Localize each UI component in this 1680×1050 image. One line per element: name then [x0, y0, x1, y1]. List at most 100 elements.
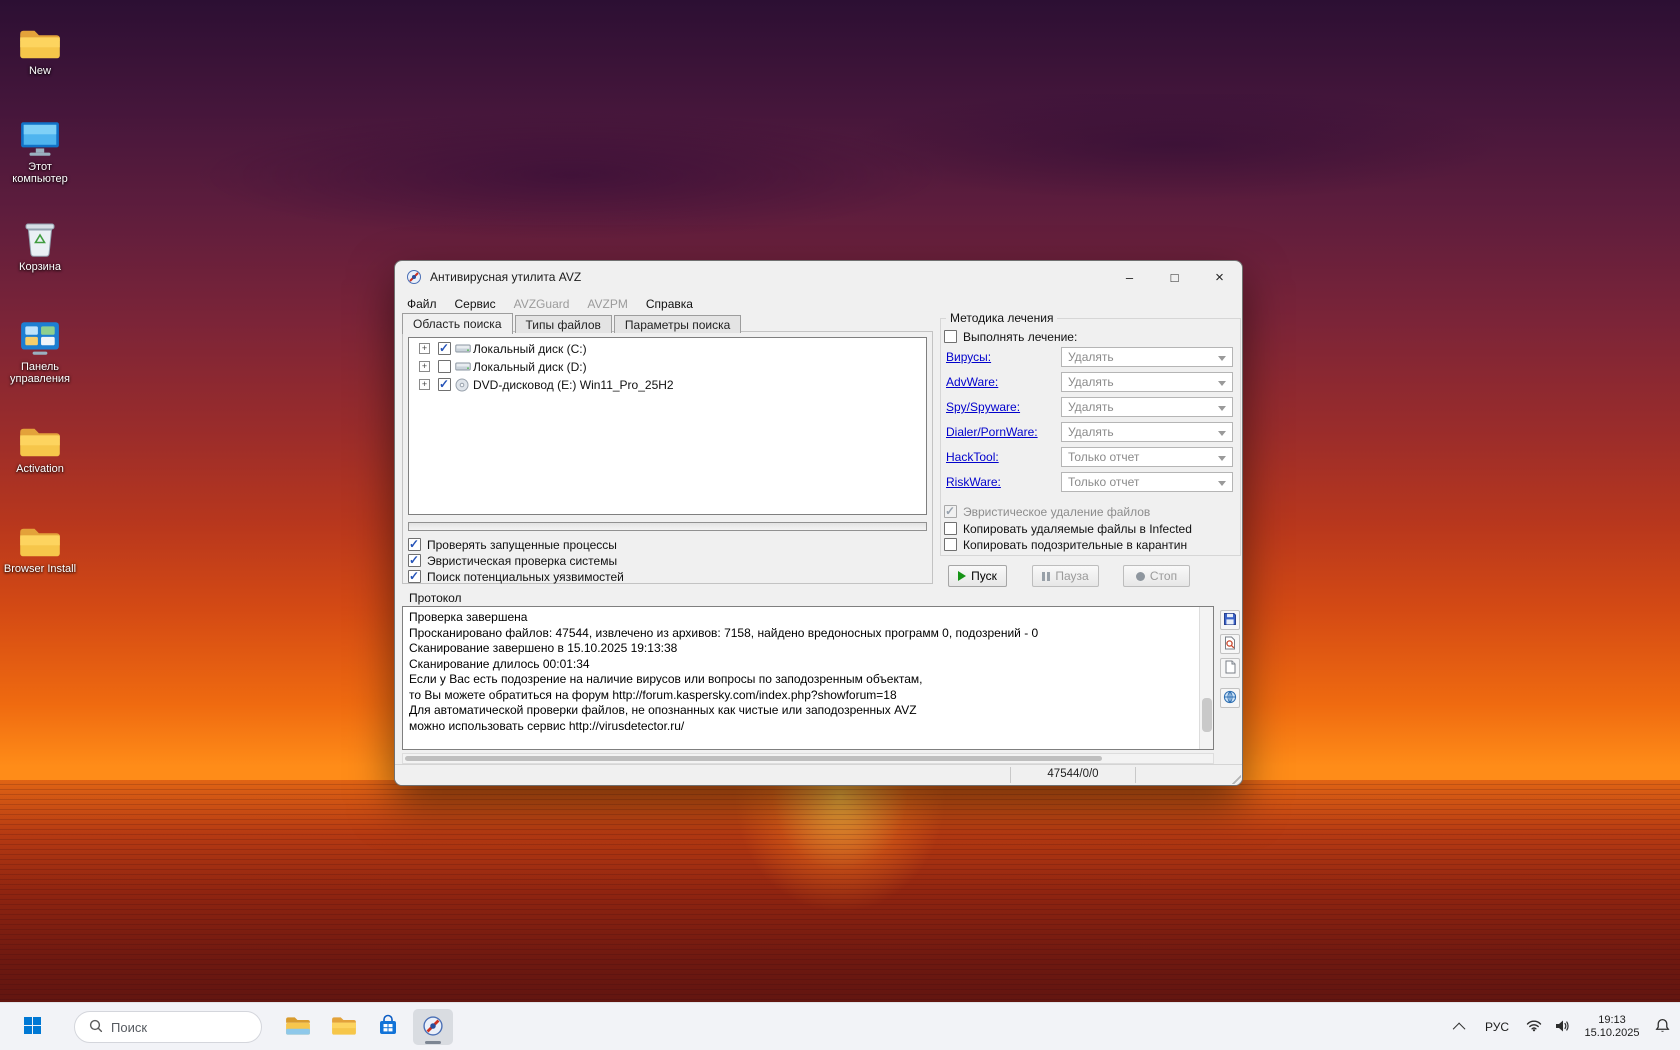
recycle-bin-icon	[0, 212, 80, 258]
notification-center-button[interactable]	[1648, 1009, 1676, 1045]
close-button[interactable]: ×	[1197, 261, 1242, 293]
taskbar-avz[interactable]	[413, 1009, 453, 1045]
taskbar-store[interactable]	[368, 1009, 408, 1045]
desktop-icon-browser-install[interactable]: Browser Install	[0, 514, 80, 575]
desktop-icon-activation[interactable]: Activation	[0, 414, 80, 475]
taskbar-folder[interactable]	[324, 1009, 364, 1045]
tab-search-params[interactable]: Параметры поиска	[614, 315, 741, 333]
search-area-tree[interactable]: Локальный диск (C:) Локальный диск (D:) …	[408, 337, 927, 515]
dialer-category-link[interactable]: Dialer/PornWare:	[946, 425, 1038, 439]
viruses-category-link[interactable]: Вирусы:	[946, 350, 991, 364]
start-button-taskbar[interactable]	[12, 1009, 52, 1045]
resize-grip[interactable]	[1228, 771, 1241, 784]
tray-overflow-button[interactable]	[1446, 1009, 1474, 1045]
scrollbar-thumb[interactable]	[405, 756, 1102, 761]
perform-treatment-label: Выполнять лечение:	[963, 330, 1077, 344]
hacktool-category-link[interactable]: HackTool:	[946, 450, 999, 464]
folder-icon	[0, 16, 80, 62]
checkbox[interactable]	[408, 538, 421, 551]
taskbar-search[interactable]: Поиск	[74, 1011, 262, 1043]
window-title: Антивирусная утилита AVZ	[430, 270, 581, 284]
computer-icon	[0, 112, 80, 158]
tree-item-checkbox[interactable]	[438, 342, 451, 355]
web-service-button[interactable]	[1220, 688, 1240, 708]
perform-treatment-checkbox[interactable]	[944, 330, 957, 343]
stop-button[interactable]: Стоп	[1123, 565, 1190, 587]
pause-icon	[1042, 572, 1050, 581]
tree-item-disk-c[interactable]: Локальный диск (C:)	[409, 340, 926, 358]
protocol-log[interactable]: Проверка завершена Просканировано файлов…	[403, 607, 1199, 749]
new-document-button[interactable]	[1220, 658, 1240, 678]
option-label: Эвристическая проверка системы	[427, 554, 617, 568]
taskbar-file-explorer[interactable]	[278, 1009, 318, 1045]
log-line: Если у Вас есть подозрение на наличие ви…	[409, 672, 1193, 688]
adware-action-select[interactable]: Удалять	[1061, 372, 1233, 392]
checkbox[interactable]	[408, 570, 421, 583]
copy-infected-checkbox[interactable]	[944, 522, 957, 535]
desktop-icon-new[interactable]: New	[0, 16, 80, 77]
chevron-down-icon	[1218, 456, 1226, 461]
minimize-button[interactable]: –	[1107, 261, 1152, 293]
status-divider	[1135, 767, 1136, 783]
desktop-icon-recycle-bin[interactable]: Корзина	[0, 212, 80, 273]
clock-time: 19:13	[1598, 1014, 1626, 1028]
desktop-icon-this-pc[interactable]: Этот компьютер	[0, 112, 80, 185]
desktop-icon-control-panel[interactable]: Панель управления	[0, 312, 80, 385]
windows-logo-icon	[24, 1017, 41, 1037]
option-label: Копировать подозрительные в карантин	[963, 538, 1187, 552]
spyware-action-select[interactable]: Удалять	[1061, 397, 1233, 417]
expand-toggle-icon[interactable]	[419, 343, 430, 354]
riskware-action-select[interactable]: Только отчет	[1061, 472, 1233, 492]
tree-item-checkbox[interactable]	[438, 360, 451, 373]
scan-progressbar	[408, 522, 927, 531]
desktop-icon-label: Browser Install	[0, 563, 80, 575]
tree-item-label: Локальный диск (C:)	[473, 342, 587, 356]
bell-icon	[1655, 1018, 1670, 1036]
option-label: Поиск потенциальных уязвимостей	[427, 570, 624, 584]
network-tray-button[interactable]	[1520, 1009, 1548, 1045]
drive-icon	[455, 360, 471, 373]
protocol-title: Протокол	[409, 591, 462, 605]
maximize-button[interactable]: □	[1152, 261, 1197, 293]
avz-logo-icon	[406, 269, 422, 285]
stop-icon	[1136, 572, 1145, 581]
language-indicator[interactable]: РУС	[1478, 1009, 1516, 1045]
tab-search-area[interactable]: Область поиска	[402, 313, 513, 334]
tree-item-disk-d[interactable]: Локальный диск (D:)	[409, 358, 926, 376]
viruses-action-select[interactable]: Удалять	[1061, 347, 1233, 367]
taskbar-clock[interactable]: 19:13 15.10.2025	[1578, 1009, 1646, 1045]
tab-file-types[interactable]: Типы файлов	[515, 315, 612, 333]
titlebar[interactable]: Антивирусная утилита AVZ – □ ×	[395, 261, 1242, 293]
avz-logo-icon	[422, 1015, 444, 1040]
speaker-icon	[1554, 1019, 1570, 1036]
dialer-action-select[interactable]: Удалять	[1061, 422, 1233, 442]
search-placeholder: Поиск	[111, 1020, 147, 1035]
tree-item-checkbox[interactable]	[438, 378, 451, 391]
log-line: Сканирование завершено в 15.10.2025 19:1…	[409, 641, 1193, 657]
search-protocol-button[interactable]	[1220, 634, 1240, 654]
vertical-scrollbar[interactable]	[1199, 607, 1213, 749]
horizontal-scrollbar[interactable]	[402, 753, 1214, 764]
tree-item-dvd-e[interactable]: DVD-дисковод (E:) Win11_Pro_25H2	[409, 376, 926, 394]
drive-icon	[455, 342, 471, 355]
volume-tray-button[interactable]	[1548, 1009, 1576, 1045]
folder-icon	[0, 514, 80, 560]
riskware-category-link[interactable]: RiskWare:	[946, 475, 1001, 489]
start-button[interactable]: Пуск	[948, 565, 1007, 587]
adware-category-link[interactable]: AdvWare:	[946, 375, 998, 389]
expand-toggle-icon[interactable]	[419, 379, 430, 390]
save-protocol-button[interactable]	[1220, 610, 1240, 630]
hacktool-action-select[interactable]: Только отчет	[1061, 447, 1233, 467]
scrollbar-thumb[interactable]	[1202, 698, 1212, 732]
pause-button[interactable]: Пауза	[1032, 565, 1099, 587]
spyware-category-link[interactable]: Spy/Spyware:	[946, 400, 1020, 414]
expand-toggle-icon[interactable]	[419, 361, 430, 372]
desktop-icon-label: Activation	[0, 463, 80, 475]
checkbox[interactable]	[408, 554, 421, 567]
log-line: Просканировано файлов: 47544, извлечено …	[409, 626, 1193, 642]
tree-item-label: DVD-дисковод (E:) Win11_Pro_25H2	[473, 378, 674, 392]
chevron-down-icon	[1218, 381, 1226, 386]
copy-quarantine-checkbox[interactable]	[944, 538, 957, 551]
tree-item-label: Локальный диск (D:)	[473, 360, 587, 374]
heuristic-delete-checkbox[interactable]	[944, 505, 957, 518]
